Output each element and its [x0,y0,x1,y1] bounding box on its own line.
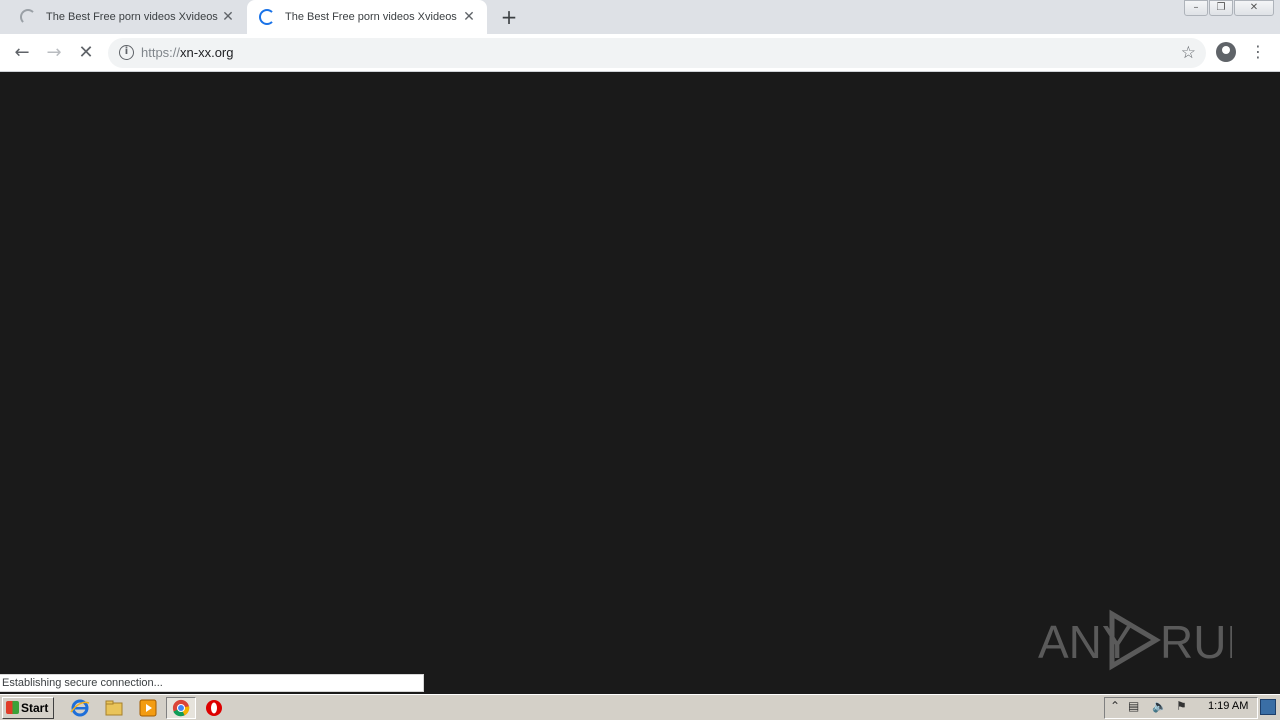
site-info-icon[interactable]: i [119,45,134,60]
taskbar: Start ⌃ ▤ 🔈 ⚑ 1:19 AM [0,694,1280,720]
network-icon[interactable]: ▤ [1128,699,1139,713]
window-controls: – ❐ ✕ [1183,0,1274,18]
restore-button[interactable]: ❐ [1209,0,1233,16]
url-host: xn-xx.org [180,45,234,60]
minimize-button[interactable]: – [1184,0,1208,16]
loading-spinner-icon [259,9,275,25]
url-scheme: https:// [141,45,181,60]
start-button[interactable]: Start [2,697,54,719]
browser-toolbar: ← → ✕ i https://xn-xx.org ☆ [0,34,1280,72]
show-hidden-icons-icon[interactable]: ⌃ [1110,699,1120,713]
opera-icon[interactable] [204,698,224,718]
tab-2-active[interactable]: The Best Free porn videos Xvideos ✕ [247,0,487,34]
close-window-button[interactable]: ✕ [1234,0,1274,16]
show-desktop-icon[interactable] [1260,699,1276,715]
tab-title: The Best Free porn videos Xvideos [46,11,218,23]
action-center-flag-icon[interactable]: ⚑ [1176,699,1187,713]
page-content [0,72,1280,692]
status-bubble: Establishing secure connection... [0,674,424,692]
bookmark-star-icon[interactable]: ☆ [1181,43,1196,63]
media-player-icon[interactable] [138,698,158,718]
watermark-text-run: RUN [1160,616,1232,668]
stop-loading-button[interactable]: ✕ [74,41,98,65]
loading-spinner-icon [20,9,36,25]
close-tab-icon[interactable]: ✕ [461,9,477,25]
internet-explorer-icon[interactable] [70,698,90,718]
address-bar[interactable]: i https://xn-xx.org ☆ [108,38,1206,68]
anyrun-watermark: ANY RUN [1038,609,1232,671]
chrome-icon [172,699,190,717]
new-tab-button[interactable]: + [498,6,520,28]
tab-strip: The Best Free porn videos Xvideos ✕ The … [0,0,1280,34]
windows-logo-icon [6,701,19,714]
back-button[interactable]: ← [10,41,34,65]
close-tab-icon[interactable]: ✕ [220,9,236,25]
taskbar-clock[interactable]: 1:19 AM [1208,700,1248,712]
volume-icon[interactable]: 🔈 [1152,699,1167,713]
profile-avatar-icon[interactable] [1216,42,1236,62]
forward-button[interactable]: → [42,41,66,65]
tab-title: The Best Free porn videos Xvideos [285,11,457,23]
chrome-taskbar-button[interactable] [166,697,196,719]
start-label: Start [21,701,49,715]
tab-1[interactable]: The Best Free porn videos Xvideos ✕ [8,0,246,34]
browser-menu-icon[interactable]: ⋮ [1250,40,1266,64]
file-explorer-icon[interactable] [104,698,124,718]
url-text: https://xn-xx.org [141,45,234,60]
